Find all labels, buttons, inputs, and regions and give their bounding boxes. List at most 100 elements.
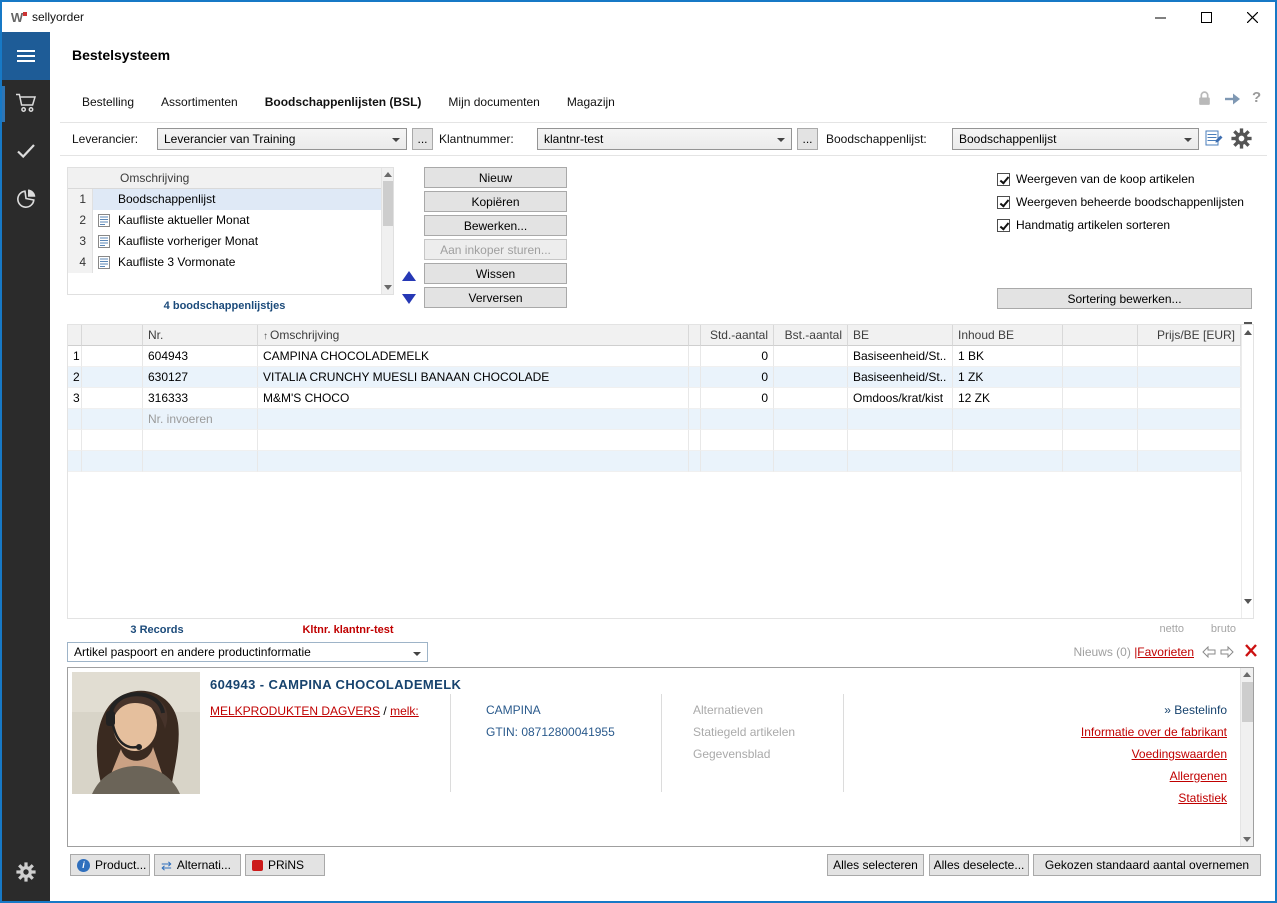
forward-button[interactable] [1223,92,1242,109]
boodschappenlijst-select[interactable]: Boodschappenlijst [952,128,1199,150]
checkbox-label: Handmatig artikelen sorteren [1016,218,1170,232]
col-omschrijving[interactable]: ↑Omschrijving [258,325,689,346]
article-row[interactable]: 2 630127 VITALIA CRUNCHY MUESLI BANAAN C… [68,367,1241,388]
jump-to-top-icon[interactable] [1244,330,1252,335]
cell-bst[interactable] [774,367,848,388]
fabrikant-link[interactable]: Informatie over de fabrikant [1081,725,1227,739]
product-button[interactable]: i Product... [70,854,150,876]
move-down-button[interactable] [400,288,417,309]
col-inhoud-be[interactable]: Inhoud BE [953,325,1063,346]
col-bst-aantal[interactable]: Bst.-aantal [774,325,848,346]
cell-spacer [1063,388,1138,409]
move-up-button[interactable] [400,265,417,286]
leverancier-browse-button[interactable]: ... [412,128,433,150]
jump-to-bottom-icon[interactable] [1244,599,1252,604]
alternatief-button[interactable]: ⇄ Alternati... [154,854,241,876]
category-separator: / [383,704,386,718]
maximize-button[interactable] [1183,2,1229,32]
sidebar-item-taken[interactable] [2,128,50,176]
articles-scroll-strip[interactable] [1241,325,1253,618]
document-icon [93,210,115,231]
menu-button[interactable] [2,32,50,80]
kopieren-button[interactable]: Kopiëren [424,191,567,212]
nieuw-button[interactable]: Nieuw [424,167,567,188]
list-row[interactable]: 1 Boodschappenlijst [68,189,381,210]
bestelinfo-link[interactable]: » Bestelinfo [1081,699,1227,721]
help-button[interactable]: ? [1252,89,1261,106]
col-select [82,325,143,346]
settings-button[interactable] [1231,128,1252,152]
scroll-down-icon [384,285,392,290]
alles-selecteren-button[interactable]: Alles selecteren [827,854,924,876]
list-row[interactable]: 2 Kaufliste aktueller Monat [68,210,381,231]
standaard-aantal-overnemen-button[interactable]: Gekozen standaard aantal overnemen [1033,854,1261,876]
tab-bar: Bestelling Assortimenten Boodschappenlij… [82,95,615,109]
tab-assortimenten[interactable]: Assortimenten [161,95,238,109]
lists-scrollbar[interactable] [381,168,393,294]
checkbox-handmatig-sorteren[interactable]: Handmatig artikelen sorteren [997,218,1170,232]
bewerken-button[interactable]: Bewerken... [424,215,567,236]
article-row[interactable]: 1 604943 CAMPINA CHOCOLADEMELK 0 Basisee… [68,346,1241,367]
article-entry-row[interactable]: Nr. invoeren [68,409,1241,430]
lists-header-omschrijving[interactable]: Omschrijving [68,168,381,189]
list-row[interactable]: 4 Kaufliste 3 Vormonate [68,252,381,273]
panel-scrollbar[interactable] [1240,668,1253,846]
chevron-down-icon [413,652,421,656]
next-button[interactable] [1220,646,1234,661]
cell-bst[interactable] [774,388,848,409]
prins-button[interactable]: PRiNS [245,854,325,876]
voedingswaarden-link[interactable]: Voedingswaarden [1132,747,1227,761]
article-row[interactable]: 3 316333 M&M'S CHOCO 0 Omdoos/krat/kist … [68,388,1241,409]
checkbox-weergeven-koop[interactable]: Weergeven van de koop artikelen [997,172,1195,186]
nieuws-link[interactable]: Nieuws (0) [1073,645,1130,659]
close-button[interactable] [1229,2,1275,32]
sidebar-item-statistiek[interactable] [2,176,50,224]
minimize-button[interactable] [1137,2,1183,32]
edit-list-button[interactable] [1205,130,1224,150]
col-prijs[interactable]: Prijs/BE [EUR] [1138,325,1241,346]
subcategory-link[interactable]: melk: [390,704,419,718]
sidebar-item-instellingen[interactable] [2,853,50,893]
cell-bst[interactable] [774,346,848,367]
tab-boodschappenlijsten[interactable]: Boodschappenlijsten (BSL) [265,95,422,109]
col-std-aantal[interactable]: Std.-aantal [701,325,774,346]
cell-spacer [689,409,701,430]
tab-magazijn[interactable]: Magazijn [567,95,615,109]
cell-inhoud [953,409,1063,430]
tab-bestelling[interactable]: Bestelling [82,95,134,109]
scroll-thumb[interactable] [1242,682,1253,722]
klantnummer-select[interactable]: klantnr-test [537,128,792,150]
prev-button[interactable] [1202,646,1216,661]
sortering-bewerken-button[interactable]: Sortering bewerken... [997,288,1252,309]
col-nr[interactable]: Nr. [143,325,258,346]
tab-mijn-documenten[interactable]: Mijn documenten [448,95,539,109]
alles-deselecteren-button[interactable]: Alles deselecte... [929,854,1029,876]
cell-empty [82,430,143,451]
verversen-button[interactable]: Verversen [424,287,567,308]
nr-invoeren-placeholder[interactable]: Nr. invoeren [143,409,258,430]
category-link[interactable]: MELKPRODUKTEN DAGVERS [210,704,380,718]
cell-be: Basiseenheid/St.. [848,367,953,388]
document-icon [93,252,115,273]
lock-button[interactable] [1196,90,1213,110]
cell-omschrijving [258,409,689,430]
col-be[interactable]: BE [848,325,953,346]
sidebar-item-bestellen[interactable] [2,80,50,128]
list-row[interactable]: 3 Kaufliste vorheriger Monat [68,231,381,252]
productinfo-select[interactable]: Artikel paspoort en andere productinform… [67,642,428,662]
leverancier-select[interactable]: Leverancier van Training [157,128,407,150]
favorieten-link[interactable]: |Favorieten [1134,645,1194,659]
close-panel-button[interactable] [1244,644,1257,660]
col-omschrijving-label: Omschrijving [270,328,339,342]
cell-be: Omdoos/krat/kist [848,388,953,409]
klantnummer-browse-button[interactable]: ... [797,128,818,150]
gegevensblad-link-disabled: Gegevensblad [693,747,770,761]
statistiek-link[interactable]: Statistiek [1178,791,1227,805]
cell-empty [258,430,689,451]
checkbox-weergeven-beheerde[interactable]: Weergeven beheerde boodschappenlijsten [997,195,1244,209]
cell-nr: 604943 [143,346,258,367]
allergenen-link[interactable]: Allergenen [1170,769,1227,783]
scroll-thumb[interactable] [383,181,393,226]
cell-std: 0 [701,346,774,367]
wissen-button[interactable]: Wissen [424,263,567,284]
